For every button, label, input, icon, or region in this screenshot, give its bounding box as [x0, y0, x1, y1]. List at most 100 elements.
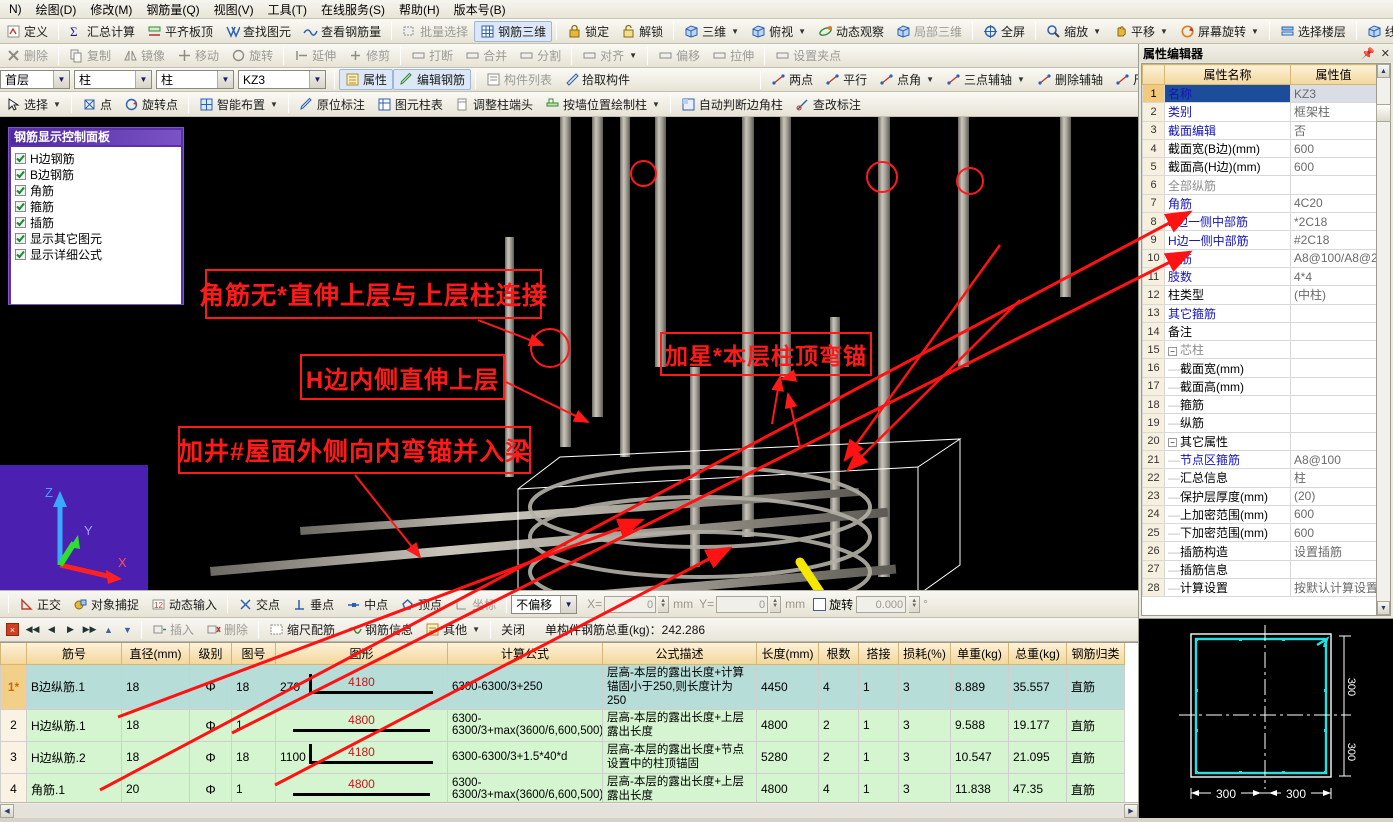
- prop-scroll-down[interactable]: ▼: [1377, 601, 1390, 615]
- table-header-12[interactable]: 总重(kg): [1009, 643, 1067, 664]
- chevron-down-icon[interactable]: ▼: [53, 100, 61, 109]
- property-row-value[interactable]: [1291, 432, 1377, 450]
- rebar-display-item-2[interactable]: 角筋: [15, 182, 177, 198]
- toolbar-button-动态输入[interactable]: 12动态输入: [145, 594, 223, 615]
- 3d-viewport[interactable]: 250 270 角筋无*直伸上层与上层柱连接 H边内侧直伸上层 加井#屋面外侧向…: [0, 117, 1138, 590]
- nav-last-button[interactable]: ▶▶: [80, 620, 99, 639]
- property-row-28[interactable]: 28—计算设置按默认计算设置: [1143, 579, 1377, 597]
- chevron-down-icon[interactable]: ▼: [270, 100, 278, 109]
- property-row-17[interactable]: 17—截面高(mm): [1143, 377, 1377, 395]
- property-row-value[interactable]: [1291, 359, 1377, 377]
- prop-header-0[interactable]: 属性名称: [1165, 65, 1291, 85]
- chevron-down-icon[interactable]: ▼: [53, 71, 69, 88]
- toolbar-button-中点[interactable]: 中点: [340, 594, 394, 615]
- toolbar-button-按墙位置绘制柱[interactable]: 按墙位置绘制柱▼: [539, 94, 666, 115]
- property-row-value[interactable]: #2C18: [1291, 231, 1377, 249]
- table-header-11[interactable]: 单重(kg): [951, 643, 1009, 664]
- rebar-display-item-0[interactable]: H边钢筋: [15, 150, 177, 166]
- property-row-value[interactable]: 600: [1291, 139, 1377, 157]
- property-row-13[interactable]: 13其它箍筋: [1143, 304, 1377, 322]
- toolbar-button-两点[interactable]: 两点: [765, 69, 819, 90]
- collapse-icon[interactable]: −: [1168, 347, 1177, 356]
- property-scrollbar[interactable]: ▲ ▼: [1376, 63, 1391, 616]
- chevron-down-icon[interactable]: ▼: [217, 71, 233, 88]
- table-header-4[interactable]: 图形: [276, 643, 448, 664]
- offset-mode-combo[interactable]: 不偏移▼: [511, 595, 577, 614]
- property-row-26[interactable]: 26—插筋构造设置插筋: [1143, 542, 1377, 560]
- table-row[interactable]: 4角筋.120Φ148006300-6300/3+max(3600/6,600,…: [1, 773, 1125, 802]
- property-row-5[interactable]: 5截面高(H边)(mm)600: [1143, 158, 1377, 176]
- rebar-display-item-6[interactable]: 显示详细公式: [15, 246, 177, 262]
- category-combo[interactable]: 柱▼: [74, 70, 152, 89]
- property-row-22[interactable]: 22—汇总信息柱: [1143, 469, 1377, 487]
- y-input[interactable]: 0: [716, 596, 768, 613]
- chevron-down-icon[interactable]: ▼: [472, 625, 480, 634]
- chevron-down-icon[interactable]: ▼: [629, 51, 637, 60]
- menu-item-1[interactable]: 绘图(D): [29, 0, 84, 19]
- property-row-8[interactable]: 8B边一侧中部筋*2C18: [1143, 213, 1377, 231]
- toolbar-button-查改标注[interactable]: 查改标注: [789, 94, 867, 115]
- checkbox-icon[interactable]: [15, 249, 26, 260]
- toolbar-button-正交[interactable]: 正交: [13, 594, 67, 615]
- property-row-value[interactable]: [1291, 396, 1377, 414]
- toolbar-button-智能布置[interactable]: 智能布置▼: [193, 94, 284, 115]
- property-row-value[interactable]: [1291, 377, 1377, 395]
- property-table-wrap[interactable]: 属性名称属性值 1名称KZ32类别框架柱3截面编辑否4截面宽(B边)(mm)60…: [1141, 63, 1377, 616]
- table-header-8[interactable]: 根数: [819, 643, 859, 664]
- toolbar-button-缩放[interactable]: 缩放▼: [1040, 21, 1107, 42]
- property-row-6[interactable]: 6全部纵筋: [1143, 176, 1377, 194]
- toolbar-button-调整柱端头[interactable]: 调整柱端头: [449, 94, 539, 115]
- close-icon[interactable]: ✕: [1381, 47, 1390, 60]
- toolbar-button-缩尺配筋[interactable]: 缩尺配筋: [263, 619, 341, 640]
- table-header-6[interactable]: 公式描述: [603, 643, 757, 664]
- chevron-down-icon[interactable]: ▼: [560, 596, 576, 613]
- floor-combo[interactable]: 首层▼: [0, 70, 70, 89]
- toolbar-button-钢筋三维[interactable]: 钢筋三维: [474, 21, 552, 42]
- property-row-23[interactable]: 23—保护层厚度(mm)(20): [1143, 487, 1377, 505]
- property-row-12[interactable]: 12柱类型(中柱): [1143, 286, 1377, 304]
- chevron-down-icon[interactable]: ▼: [135, 71, 151, 88]
- hscroll-track[interactable]: [14, 804, 1124, 818]
- property-row-27[interactable]: 27—插筋信息: [1143, 560, 1377, 578]
- property-row-value[interactable]: [1291, 341, 1377, 359]
- chevron-down-icon[interactable]: ▼: [652, 100, 660, 109]
- property-row-value[interactable]: (20): [1291, 487, 1377, 505]
- toolbar-button-查找图元[interactable]: 查找图元: [219, 21, 297, 42]
- panel-close-icon[interactable]: ×: [6, 623, 19, 636]
- nav-first-button[interactable]: ◀◀: [23, 620, 42, 639]
- toolbar-button-三点辅轴[interactable]: 三点辅轴▼: [940, 69, 1031, 90]
- toolbar-button-平移[interactable]: 平移▼: [1107, 21, 1174, 42]
- toolbar-button-自动判断边角柱[interactable]: 自动判断边角柱: [675, 94, 789, 115]
- table-header-3[interactable]: 图号: [232, 643, 276, 664]
- toolbar-button-屏幕旋转[interactable]: 屏幕旋转▼: [1174, 21, 1265, 42]
- toolbar-button-其他[interactable]: 其他▼: [419, 619, 486, 640]
- hscroll-right-button[interactable]: ▶: [1124, 804, 1138, 818]
- menu-item-6[interactable]: 在线服务(S): [314, 0, 392, 19]
- member-combo[interactable]: KZ3▼: [238, 70, 326, 89]
- toolbar-button-点[interactable]: 点: [76, 94, 118, 115]
- menu-item-3[interactable]: 钢筋量(Q): [139, 0, 206, 19]
- toolbar-button-原位标注[interactable]: 原位标注: [293, 94, 371, 115]
- rotate-input[interactable]: 0.000: [856, 596, 906, 613]
- property-row-4[interactable]: 4截面宽(B边)(mm)600: [1143, 139, 1377, 157]
- toolbar-button-汇总计算[interactable]: Σ汇总计算: [63, 21, 141, 42]
- checkbox-icon[interactable]: [15, 233, 26, 244]
- rotate-spinner[interactable]: ▲▼: [909, 596, 920, 613]
- property-row-11[interactable]: 11肢数4*4: [1143, 267, 1377, 285]
- toolbar-button-钢筋信息[interactable]: 钢筋信息: [341, 619, 419, 640]
- rebar-detail-table[interactable]: 筋号直径(mm)级别图号图形计算公式公式描述长度(mm)根数搭接损耗(%)单重(…: [0, 642, 1138, 802]
- table-row[interactable]: 1*B边纵筋.118Φ1827041806300-6300/3+250层高-本层…: [1, 664, 1125, 709]
- toolbar-button-旋转点[interactable]: 旋转点: [118, 94, 184, 115]
- property-row-value[interactable]: [1291, 304, 1377, 322]
- rebar-display-panel[interactable]: 钢筋显示控制面板 H边钢筋B边钢筋角筋箍筋插筋显示其它图元显示详细公式: [8, 127, 184, 305]
- rotate-checkbox[interactable]: [813, 598, 826, 611]
- menu-item-7[interactable]: 帮助(H): [392, 0, 447, 19]
- property-row-10[interactable]: 10箍筋A8@100/A8@200: [1143, 249, 1377, 267]
- toolbar-button-解锁[interactable]: 解锁: [615, 21, 669, 42]
- toolbar-button-关闭[interactable]: 关闭: [495, 619, 531, 640]
- property-row-value[interactable]: 设置插筋: [1291, 542, 1377, 560]
- property-row-value[interactable]: [1291, 560, 1377, 578]
- toolbar-button-删除辅轴[interactable]: 删除辅轴: [1031, 69, 1109, 90]
- property-row-16[interactable]: 16—截面宽(mm): [1143, 359, 1377, 377]
- nav-prev-button[interactable]: ◀: [42, 620, 61, 639]
